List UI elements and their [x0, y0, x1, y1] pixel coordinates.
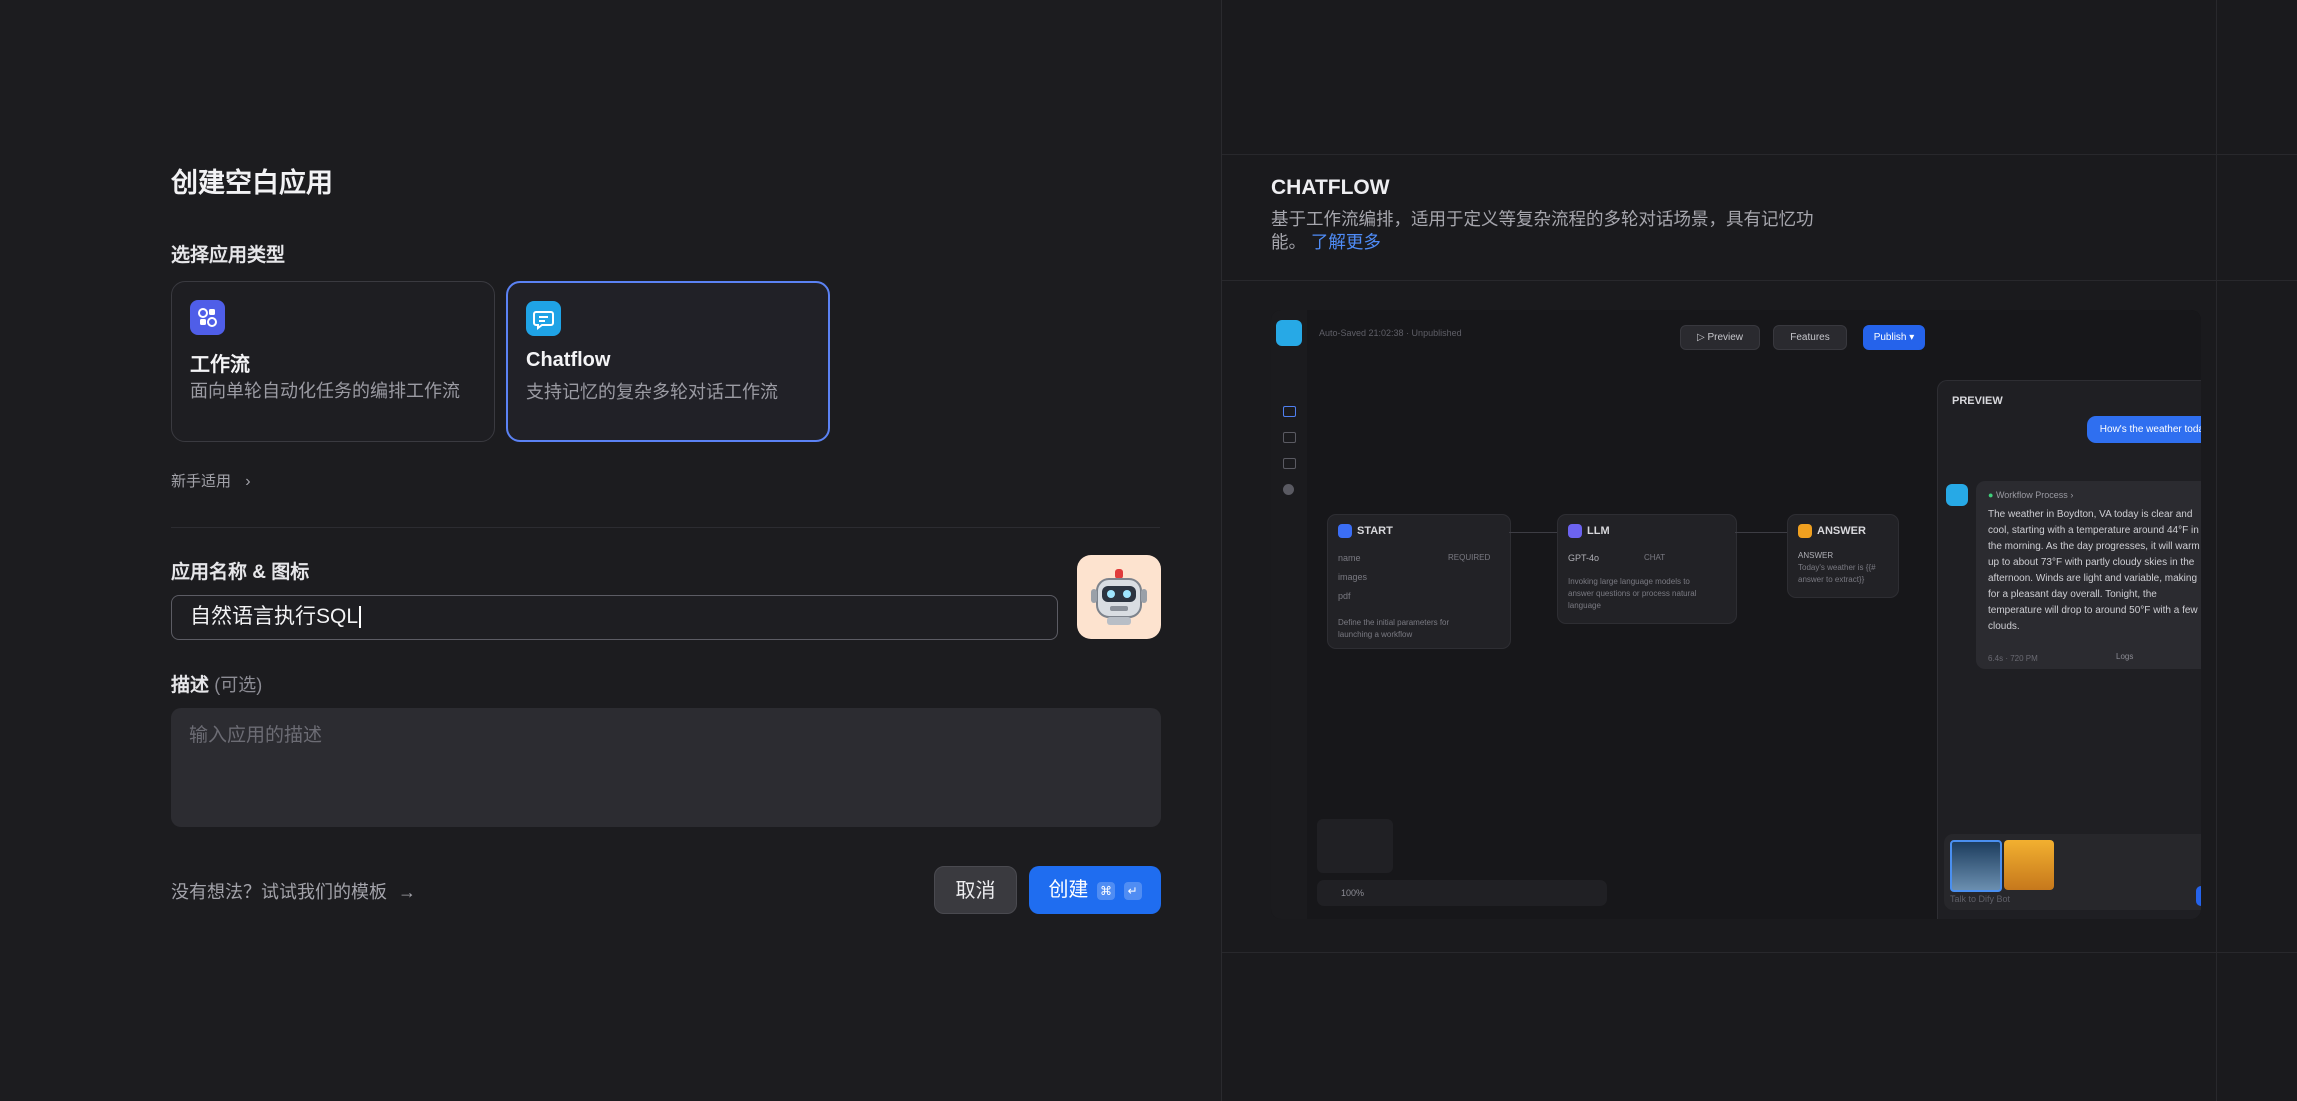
app-type-label: 选择应用类型	[171, 245, 286, 266]
beginner-link-label: 新手适用	[171, 473, 232, 490]
app-name-value: 自然语言执行SQL	[190, 605, 359, 628]
mock-llm-node: LLM GPT-4o CHAT Invoking large language …	[1557, 514, 1737, 624]
chat-icon	[526, 301, 561, 336]
enter-key-icon: ↵	[1123, 881, 1142, 900]
mock-minimap	[1317, 819, 1393, 873]
preview-description: 基于工作流编排，适用于定义等复杂流程的多轮对话场景，具有记忆功 能。 了解更多	[1271, 208, 1841, 254]
mock-chat-input: Talk to Dify Bot	[1944, 834, 2201, 910]
preview-desc-line1: 基于工作流编排，适用于定义等复杂流程的多轮对话场景，具有记忆功	[1271, 209, 1814, 229]
template-link[interactable]: 没有想法？试试我们的模板 →	[171, 878, 416, 904]
grid-line	[1222, 154, 2297, 155]
arrow-right-icon: →	[398, 882, 417, 902]
mock-publish-button: Publish ▾	[1863, 325, 1925, 350]
app-name-label: 应用名称 & 图标	[171, 562, 310, 583]
mock-sidebar	[1271, 310, 1307, 919]
optional-hint: (可选)	[214, 675, 263, 695]
mock-app-icon	[1276, 320, 1302, 346]
learn-more-link[interactable]: 了解更多	[1311, 232, 1381, 252]
chevron-right-icon: ›	[245, 473, 251, 490]
divider	[171, 527, 1160, 528]
mock-preview-button: ▷ Preview	[1680, 325, 1760, 350]
app-type-workflow-card[interactable]: 工作流 面向单轮自动化任务的编排工作流	[171, 281, 495, 442]
cmd-key-icon: ⌘	[1097, 881, 1115, 900]
workflow-card-desc: 面向单轮自动化任务的编排工作流	[190, 381, 460, 401]
mock-autosave: Auto-Saved 21:02:38 · Unpublished	[1319, 328, 1462, 338]
create-button-label: 创建	[1048, 879, 1089, 901]
mock-bot-reply: ● Workflow Process › The weather in Boyd…	[1976, 481, 2201, 669]
grid-line	[2216, 0, 2217, 1101]
robot-icon	[1091, 569, 1147, 625]
mock-canvas: Auto-Saved 21:02:38 · Unpublished ▷ Prev…	[1307, 310, 2201, 919]
page-title: 创建空白应用	[171, 168, 333, 198]
mock-features-button: Features	[1773, 325, 1847, 350]
create-app-form: 创建空白应用 选择应用类型 工作流 面向单轮自动化任务的编排工作流 Chatfl…	[0, 0, 1221, 1101]
preview-heading: CHATFLOW	[1271, 176, 1390, 199]
template-link-label: 没有想法？试试我们的模板	[171, 882, 387, 902]
description-textarea[interactable]: 输入应用的描述	[171, 708, 1161, 827]
grid-line	[1222, 952, 2297, 953]
app-type-chatflow-card[interactable]: Chatflow 支持记忆的复杂多轮对话工作流	[506, 281, 830, 442]
mock-zoom-toolbar: 100%	[1317, 880, 1607, 906]
app-name-input[interactable]: 自然语言执行SQL	[171, 595, 1058, 640]
chatflow-preview-image: Auto-Saved 21:02:38 · Unpublished ▷ Prev…	[1271, 310, 2201, 919]
description-label-text: 描述	[171, 675, 210, 696]
beginner-link[interactable]: 新手适用 ›	[171, 470, 251, 491]
mock-answer-node: ANSWER ANSWER Today's weather is {{# ans…	[1787, 514, 1899, 598]
cancel-button[interactable]: 取消	[934, 866, 1017, 914]
workflow-icon	[190, 300, 225, 335]
chatflow-card-title: Chatflow	[526, 349, 611, 371]
grid-line	[1222, 280, 2297, 281]
preview-desc-line2: 能。 了解更多	[1271, 232, 1381, 252]
create-button[interactable]: 创建 ⌘ ↵	[1029, 866, 1161, 914]
text-cursor	[359, 606, 362, 629]
mock-start-node: START name REQUIRED images pdf Define th…	[1327, 514, 1511, 649]
type-preview-panel: CHATFLOW 基于工作流编排，适用于定义等复杂流程的多轮对话场景，具有记忆功…	[1221, 0, 2297, 1101]
chatflow-card-desc: 支持记忆的复杂多轮对话工作流	[526, 382, 778, 402]
workflow-card-title: 工作流	[190, 354, 250, 376]
mock-preview-panel: PREVIEW ✕ How's the weather today ● Work…	[1937, 380, 2201, 919]
description-placeholder: 输入应用的描述	[189, 725, 323, 746]
description-label: 描述 (可选)	[171, 670, 262, 697]
app-icon-picker[interactable]	[1077, 555, 1161, 639]
